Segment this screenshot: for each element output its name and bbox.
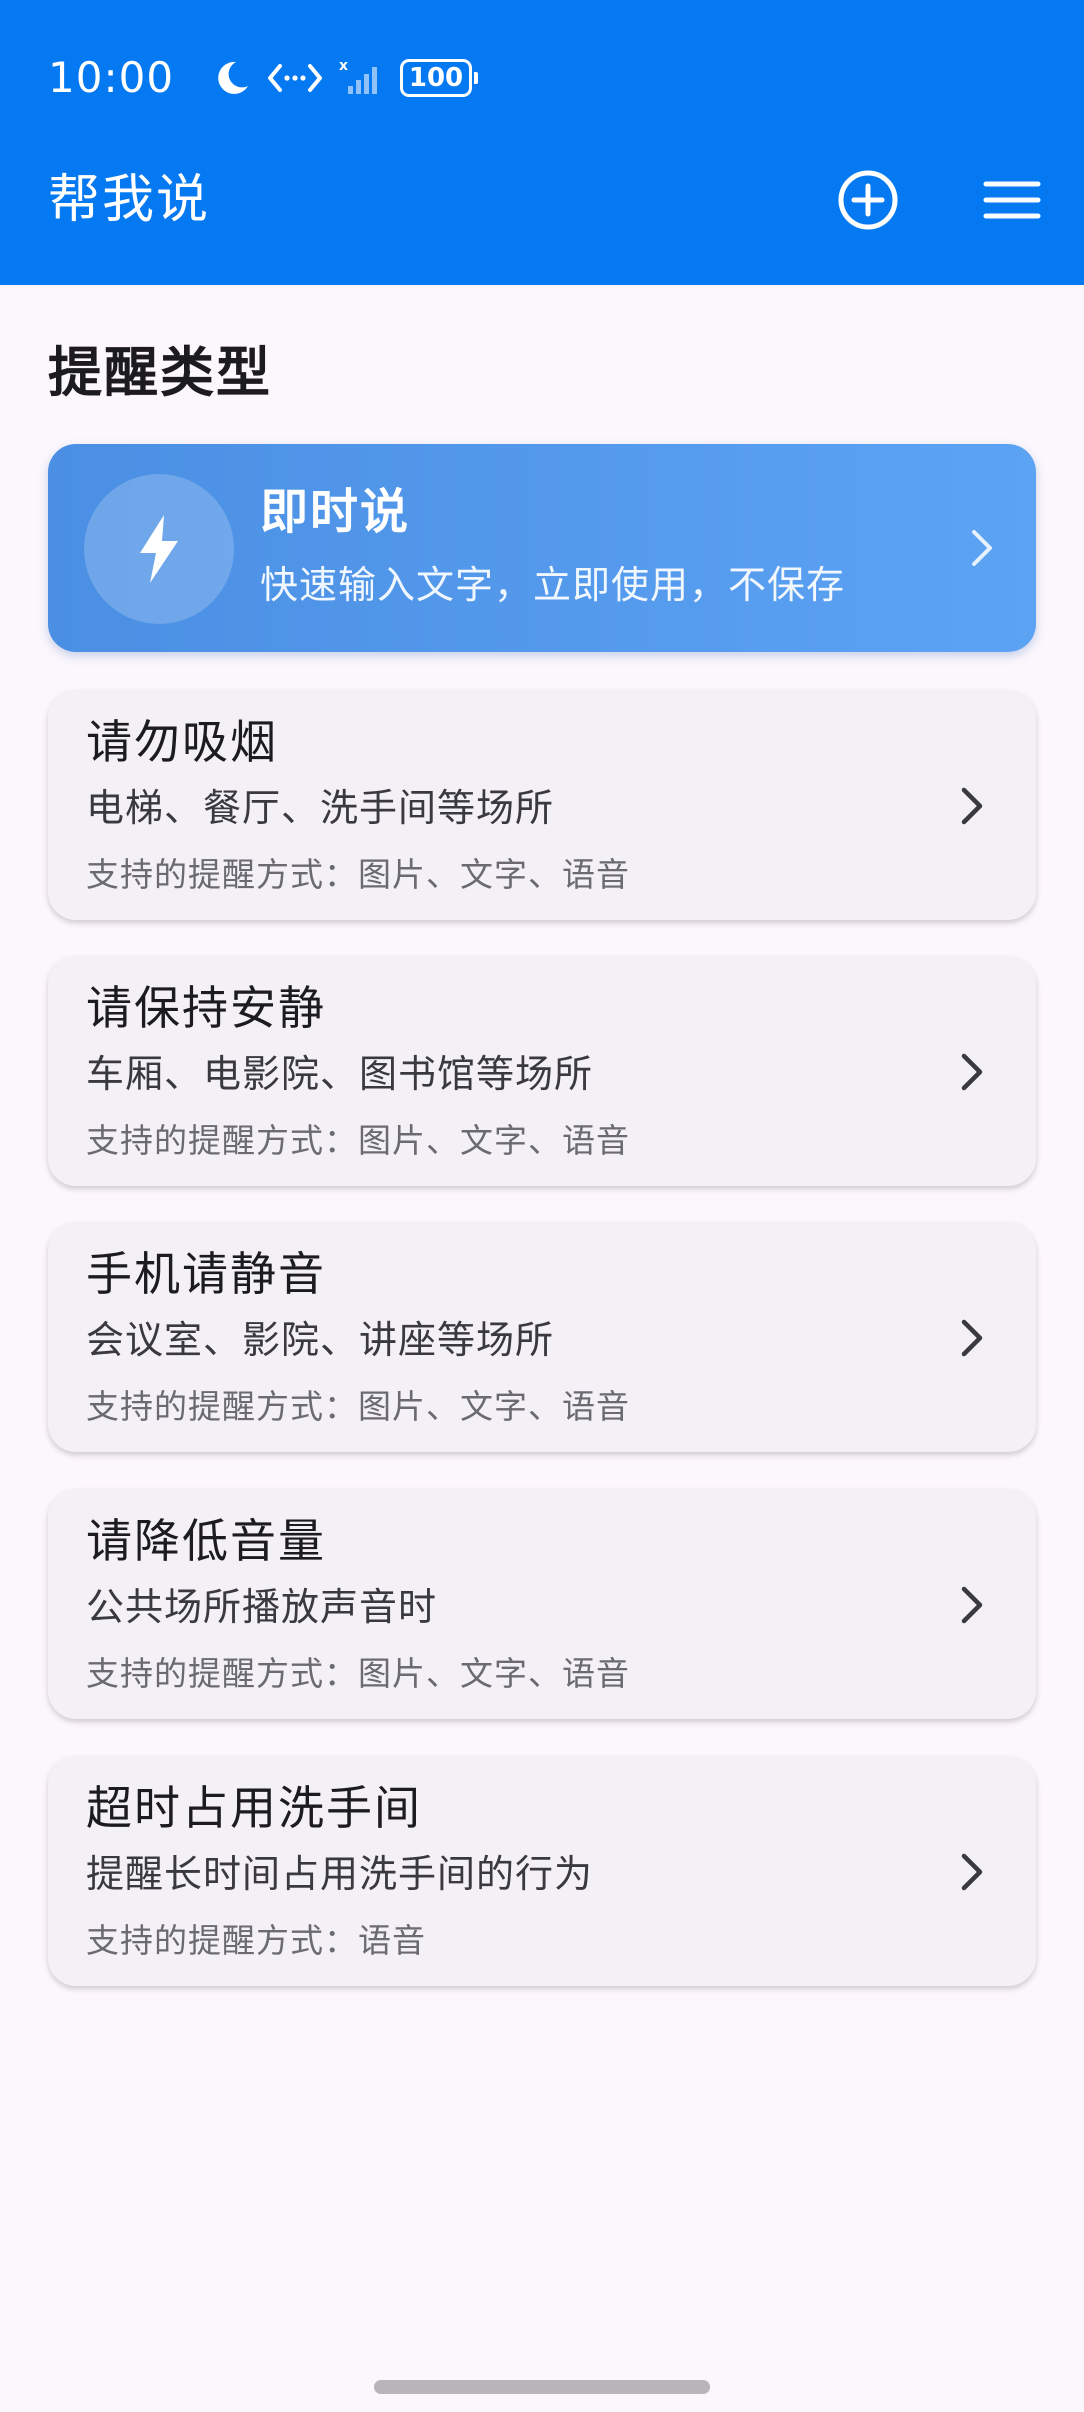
section-title: 提醒类型: [48, 341, 272, 404]
add-button[interactable]: [836, 168, 900, 232]
card-description: 电梯、餐厅、洗手间等场所: [86, 786, 555, 830]
svg-text:x: x: [339, 58, 348, 74]
card-description: 公共场所播放声音时: [86, 1585, 438, 1629]
card-description: 提醒长时间占用洗手间的行为: [86, 1852, 594, 1896]
card-support-methods: 支持的提醒方式：语音: [86, 1921, 426, 1960]
app-title: 帮我说: [48, 170, 211, 230]
card-title: 请勿吸烟: [86, 715, 278, 769]
menu-icon: [983, 181, 1041, 219]
card-support-methods: 支持的提醒方式：图片、文字、语音: [86, 1654, 630, 1693]
card-support-methods: 支持的提醒方式：图片、文字、语音: [86, 855, 630, 894]
reminder-card-keep-quiet[interactable]: 请保持安静 车厢、电影院、图书馆等场所 支持的提醒方式：图片、文字、语音: [48, 956, 1036, 1186]
card-title: 请降低音量: [86, 1514, 326, 1568]
lightning-icon: [140, 515, 178, 583]
status-icons: x 100: [212, 52, 478, 104]
instant-speak-card[interactable]: 即时说 快速输入文字，立即使用，不保存: [48, 444, 1036, 652]
chevron-right-icon: [961, 1586, 983, 1624]
card-title: 超时占用洗手间: [86, 1781, 422, 1835]
instant-subtitle: 快速输入文字，立即使用，不保存: [260, 563, 846, 607]
add-circle-icon: [838, 170, 898, 230]
chevron-right-icon: [961, 1319, 983, 1357]
chevron-right-icon: [961, 1853, 983, 1891]
top-app-bar: 10:00 x 100 帮我说: [0, 0, 1084, 285]
moon-icon: [212, 58, 252, 98]
status-time: 10:00: [48, 53, 175, 102]
reminder-card-restroom-overtime[interactable]: 超时占用洗手间 提醒长时间占用洗手间的行为 支持的提醒方式：语音: [48, 1756, 1036, 1986]
signal-icon: x: [338, 58, 386, 98]
instant-icon-circle: [84, 474, 234, 624]
status-bar: 10:00 x 100: [0, 0, 1084, 160]
menu-button[interactable]: [980, 168, 1044, 232]
chevron-right-icon: [961, 1053, 983, 1091]
card-title: 请保持安静: [86, 981, 326, 1035]
battery-icon: 100: [400, 59, 478, 97]
reminder-card-lower-volume[interactable]: 请降低音量 公共场所播放声音时 支持的提醒方式：图片、文字、语音: [48, 1489, 1036, 1719]
instant-title: 即时说: [260, 484, 411, 540]
chevron-right-icon: [972, 530, 992, 566]
reminder-card-phone-silent[interactable]: 手机请静音 会议室、影院、讲座等场所 支持的提醒方式：图片、文字、语音: [48, 1222, 1036, 1452]
data-transfer-icon: [266, 58, 324, 98]
chevron-right-icon: [961, 787, 983, 825]
card-description: 车厢、电影院、图书馆等场所: [86, 1052, 594, 1096]
card-support-methods: 支持的提醒方式：图片、文字、语音: [86, 1121, 630, 1160]
card-description: 会议室、影院、讲座等场所: [86, 1318, 555, 1362]
card-title: 手机请静音: [86, 1247, 326, 1301]
home-indicator[interactable]: [374, 2380, 710, 2394]
battery-level: 100: [400, 59, 472, 97]
card-support-methods: 支持的提醒方式：图片、文字、语音: [86, 1387, 630, 1426]
reminder-card-no-smoking[interactable]: 请勿吸烟 电梯、餐厅、洗手间等场所 支持的提醒方式：图片、文字、语音: [48, 690, 1036, 920]
